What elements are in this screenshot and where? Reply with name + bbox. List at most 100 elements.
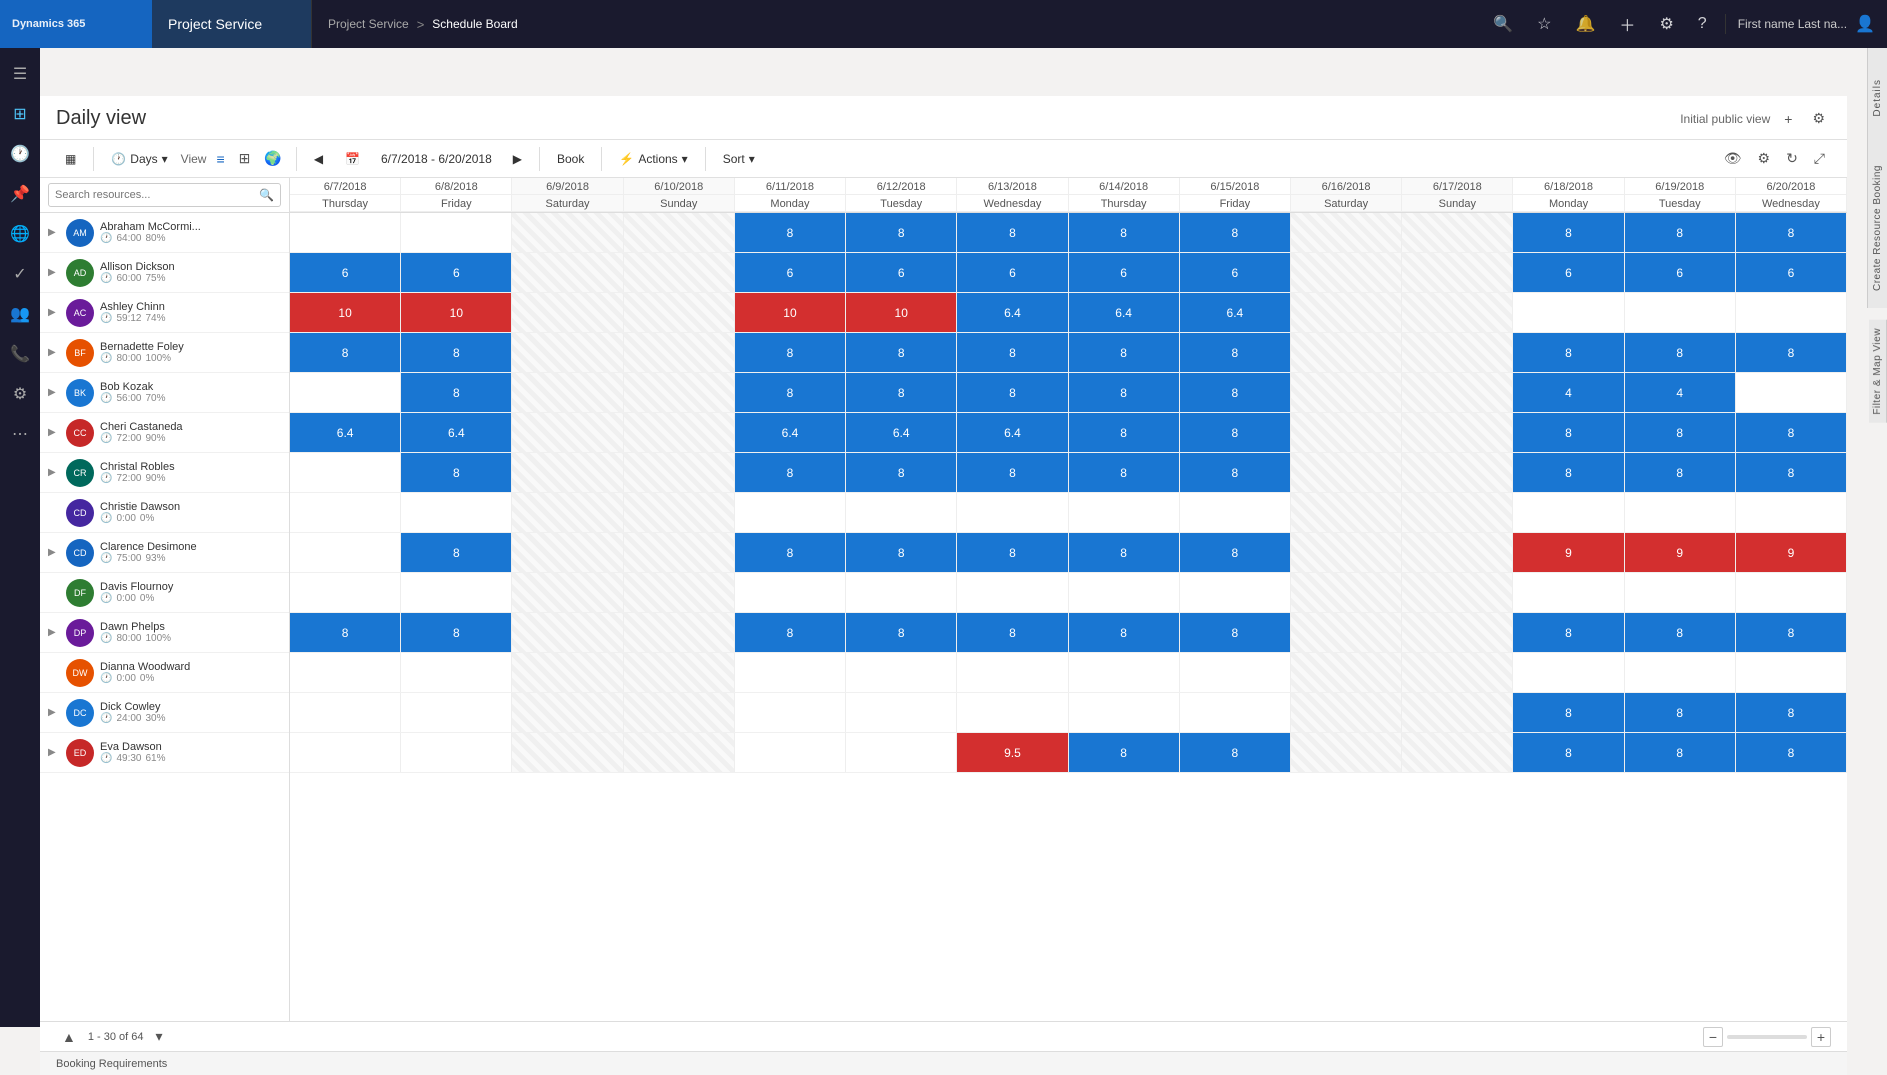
booking-cell-booked[interactable]: 8 [401,613,512,652]
booking-cell-booked[interactable]: 8 [290,333,401,372]
booking-cell-empty[interactable] [1513,493,1624,532]
booking-cell-weekend[interactable] [1291,653,1402,692]
booking-cell-empty[interactable] [401,213,512,252]
booking-cell-weekend[interactable] [1402,573,1513,612]
grid-options-button[interactable]: ▦ [56,147,85,171]
booking-cell-empty[interactable] [401,733,512,772]
booking-cell-booked[interactable]: 8 [1180,533,1291,572]
booking-cell-weekend[interactable] [624,653,735,692]
booking-cell-empty[interactable] [1625,573,1736,612]
booking-cell-booked[interactable]: 8 [1625,693,1736,732]
resource-row[interactable]: ▶CDClarence Desimone🕐75:0093% [40,533,289,573]
booking-cell-booked[interactable]: 8 [290,613,401,652]
resource-row[interactable]: ▶ADAllison Dickson🕐60:0075% [40,253,289,293]
sidebar-phone-icon[interactable]: 📞 [2,336,38,372]
booking-cell-weekend[interactable] [1402,533,1513,572]
booking-cell-empty[interactable] [1736,493,1847,532]
booking-cell-booked[interactable]: 8 [1736,413,1847,452]
list-view-button[interactable]: ≡ [210,146,230,171]
booking-cell-empty[interactable] [1736,653,1847,692]
booking-cell-booked[interactable]: 6 [846,253,957,292]
prev-date-button[interactable]: ◀ [305,147,332,171]
booking-cell-booked[interactable]: 6.4 [957,293,1068,332]
booking-cell-booked[interactable]: 8 [401,373,512,412]
booking-cell-empty[interactable] [290,493,401,532]
details-panel-toggle[interactable]: Details [1867,48,1887,148]
booking-cell-booked[interactable]: 8 [1180,413,1291,452]
booking-cell-booked[interactable]: 8 [1069,213,1180,252]
booking-cell-booked[interactable]: 8 [846,333,957,372]
resource-expand-icon[interactable]: ▶ [48,747,60,758]
booking-cell-empty[interactable] [1069,573,1180,612]
booking-cell-empty[interactable] [401,573,512,612]
zoom-out-button[interactable]: − [1703,1027,1723,1047]
booking-cell-weekend[interactable] [512,533,623,572]
booking-cell-empty[interactable] [1069,653,1180,692]
expand-pagination-button[interactable]: ▾ [150,1024,169,1049]
booking-cell-booked[interactable]: 8 [1069,413,1180,452]
booking-cell-booked[interactable]: 8 [1180,733,1291,772]
booking-cell-empty[interactable] [1625,493,1736,532]
booking-cell-booked[interactable]: 8 [1513,333,1624,372]
booking-cell-overbooked[interactable]: 10 [735,293,846,332]
resource-row[interactable]: ▶CRChristal Robles🕐72:0090% [40,453,289,493]
resource-row[interactable]: ▶AMAbraham McCormi...🕐64:0080% [40,213,289,253]
booking-cell-empty[interactable] [846,733,957,772]
booking-cell-booked[interactable]: 6.4 [290,413,401,452]
booking-cell-booked[interactable]: 6 [401,253,512,292]
booking-cell-weekend[interactable] [512,653,623,692]
booking-cell-weekend[interactable] [624,333,735,372]
dynamics-logo[interactable]: Dynamics 365 [0,0,152,48]
booking-cell-weekend[interactable] [512,373,623,412]
eye-icon-button[interactable]: 👁 [1718,146,1748,171]
booking-cell-empty[interactable] [290,533,401,572]
booking-cell-empty[interactable] [1736,293,1847,332]
resource-row[interactable]: ▶ACAshley Chinn🕐59:1274% [40,293,289,333]
booking-cell-weekend[interactable] [512,733,623,772]
booking-cell-booked[interactable]: 4 [1625,373,1736,412]
booking-cell-booked[interactable]: 8 [401,333,512,372]
sidebar-globe-icon[interactable]: 🌐 [2,216,38,252]
user-info[interactable]: First name Last na... 👤 [1725,14,1887,34]
booking-cell-empty[interactable] [1513,573,1624,612]
booking-cell-booked[interactable]: 6 [957,253,1068,292]
booking-cell-weekend[interactable] [1291,213,1402,252]
resource-expand-icon[interactable]: ▶ [48,307,60,318]
grid-view-button[interactable]: ⊞ [233,146,257,171]
resource-expand-icon[interactable]: ▶ [48,387,60,398]
sidebar-people-icon[interactable]: 👥 [2,296,38,332]
booking-cell-booked[interactable]: 8 [957,333,1068,372]
days-button[interactable]: 🕐 Days ▾ [102,147,176,171]
booking-cell-booked[interactable]: 8 [1180,213,1291,252]
booking-cell-empty[interactable] [1625,653,1736,692]
booking-cell-weekend[interactable] [1402,413,1513,452]
booking-cell-empty[interactable] [1180,693,1291,732]
booking-cell-booked[interactable]: 8 [846,453,957,492]
booking-cell-booked[interactable]: 8 [846,533,957,572]
booking-cell-empty[interactable] [846,493,957,532]
booking-cell-weekend[interactable] [1291,253,1402,292]
booking-cell-booked[interactable]: 6 [1513,253,1624,292]
booking-cell-booked[interactable]: 6 [1736,253,1847,292]
booking-cell-weekend[interactable] [1402,333,1513,372]
booking-cell-weekend[interactable] [1402,613,1513,652]
booking-cell-overbooked[interactable]: 10 [401,293,512,332]
collapse-button[interactable]: ▲ [56,1025,82,1049]
booking-cell-booked[interactable]: 4 [1513,373,1624,412]
booking-cell-weekend[interactable] [512,333,623,372]
refresh-button[interactable]: ↻ [1780,146,1804,171]
booking-cell-booked[interactable]: 8 [1736,693,1847,732]
resource-expand-icon[interactable]: ▶ [48,227,60,238]
booking-cell-empty[interactable] [290,373,401,412]
booking-cell-weekend[interactable] [1291,613,1402,652]
booking-cell-weekend[interactable] [1291,493,1402,532]
booking-cell-booked[interactable]: 8 [1180,613,1291,652]
add-nav-icon[interactable]: ＋ [1609,6,1645,42]
booking-cell-booked[interactable]: 8 [1625,613,1736,652]
booking-cell-booked[interactable]: 8 [401,453,512,492]
resource-expand-icon[interactable]: ▶ [48,267,60,278]
booking-cell-empty[interactable] [290,653,401,692]
actions-button[interactable]: ⚡ Actions ▾ [610,147,696,171]
booking-cell-booked[interactable]: 8 [1513,613,1624,652]
next-date-button[interactable]: ▶ [504,147,531,171]
